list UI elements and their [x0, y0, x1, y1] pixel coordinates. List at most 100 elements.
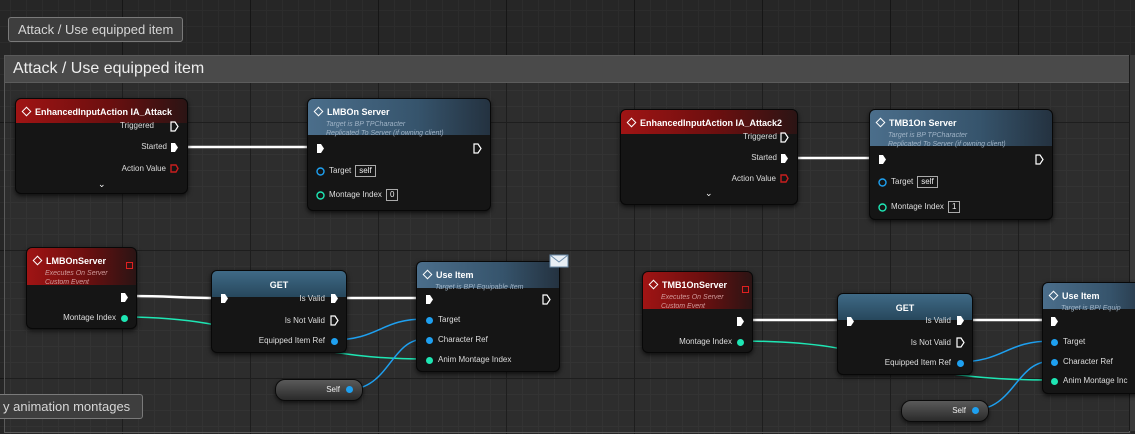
object-pin-icon[interactable] [330, 337, 339, 346]
object-pin-icon[interactable] [1050, 358, 1059, 367]
exec-out-pin-icon[interactable] [542, 294, 551, 305]
node-header[interactable]: TMB1OnServer Executes On Server Custom E… [643, 272, 752, 310]
object-pin-icon[interactable] [425, 316, 434, 325]
comment-bubble[interactable]: y animation montages [0, 394, 144, 419]
pin-label: Character Ref [438, 335, 488, 344]
object-pin-icon[interactable] [425, 336, 434, 345]
node-subtitle: Target is BP TPCharacter [326, 121, 406, 128]
lmb-on-server-call-node[interactable]: LMBOn Server Target is BP TPCharacter Re… [307, 98, 491, 211]
node-header[interactable]: Use Item Target is BPI Equip [1043, 283, 1135, 312]
integer-pin-icon[interactable] [425, 356, 434, 365]
get-node[interactable]: GET Is Valid Is Not Valid Equipped Item … [837, 293, 973, 375]
node-header[interactable]: TMB1On Server Target is BP TPCharacter R… [870, 110, 1052, 148]
self-label: Self [326, 385, 340, 394]
event-icon [626, 117, 637, 128]
node-subtitle: Target is BPI Equipable Item [435, 284, 524, 291]
exec-in-pin-icon[interactable] [220, 293, 229, 304]
node-subtitle: Executes On Server [661, 294, 724, 301]
node-header[interactable]: EnhancedInputAction IA_Attack [16, 99, 187, 123]
node-title: GET [269, 280, 289, 290]
use-item-node[interactable]: Use Item Target is BPI Equip Target Char… [1042, 282, 1135, 394]
pin-label: Anim Montage Index [438, 355, 512, 364]
blueprint-graph[interactable]: Attack / Use equipped item Attack / Use … [0, 0, 1135, 434]
exec-out-pin-icon[interactable] [1035, 154, 1044, 165]
self-reference-node[interactable]: Self [901, 400, 989, 422]
montage-index-pin: Montage Index 0 [329, 189, 399, 201]
integer-pin-icon[interactable] [120, 314, 129, 323]
action-value-pin-icon[interactable] [170, 164, 179, 173]
exec-in-pin-icon[interactable] [316, 143, 325, 154]
pin-label: Equipped Item Ref [884, 358, 951, 367]
lmb-on-server-event-node[interactable]: LMBOnServer Executes On Server Custom Ev… [26, 247, 137, 329]
exec-out-pin-icon[interactable] [473, 143, 482, 154]
node-title: EnhancedInputAction IA_Attack2 [640, 118, 783, 128]
target-default-value[interactable]: self [355, 165, 376, 177]
node-header[interactable]: LMBOn Server Target is BP TPCharacter Re… [308, 99, 490, 137]
tmb1-on-server-call-node[interactable]: TMB1On Server Target is BP TPCharacter R… [869, 109, 1053, 220]
exec-pin-outline-icon[interactable] [170, 121, 179, 132]
node-header[interactable]: GET [838, 294, 972, 320]
integer-pin-icon[interactable] [878, 203, 887, 212]
node-header[interactable]: LMBOnServer Executes On Server Custom Ev… [27, 248, 136, 286]
pin-label: Started [141, 142, 167, 151]
montage-index-pin: Montage Index 1 [891, 201, 961, 213]
pin-label: Action Value [731, 174, 776, 183]
exec-out-pin-icon[interactable] [956, 315, 965, 326]
exec-wire[interactable] [131, 294, 221, 300]
exec-out-pin-icon[interactable] [330, 293, 339, 304]
node-title: LMBOn Server [327, 107, 390, 117]
pin-label: Started [751, 153, 777, 162]
node-header[interactable]: EnhancedInputAction IA_Attack2 [621, 110, 797, 134]
exec-out-pin-icon[interactable] [956, 337, 965, 348]
object-pin-icon[interactable] [971, 406, 980, 415]
ia-attack-node[interactable]: EnhancedInputAction IA_Attack Triggered … [15, 98, 188, 194]
object-pin-icon[interactable] [316, 167, 325, 176]
target-default-value[interactable]: self [917, 176, 938, 188]
pin-label: Action Value [121, 164, 166, 173]
exec-pin-filled-icon[interactable] [780, 153, 789, 164]
object-pin-icon[interactable] [956, 359, 965, 368]
action-value-pin-icon[interactable] [780, 174, 789, 183]
exec-out-pin-icon[interactable] [736, 316, 745, 327]
self-label: Self [952, 406, 966, 415]
integer-pin-icon[interactable] [1050, 377, 1059, 386]
pin-label: Triggered [743, 132, 777, 141]
tmb1-on-server-event-node[interactable]: TMB1OnServer Executes On Server Custom E… [642, 271, 753, 353]
function-icon [1048, 290, 1059, 301]
exec-pin-outline-icon[interactable] [780, 132, 789, 143]
chevron-down-icon[interactable]: ⌄ [705, 188, 713, 199]
function-icon [313, 106, 324, 117]
exec-in-pin-icon[interactable] [878, 154, 887, 165]
integer-pin-icon[interactable] [736, 338, 745, 347]
node-subtitle: Target is BPI Equip [1061, 305, 1121, 312]
montage-index-default-value[interactable]: 0 [385, 189, 399, 201]
pin-label: Target [891, 177, 914, 186]
node-title: Use Item [436, 270, 474, 280]
node-header[interactable]: GET [212, 271, 346, 297]
object-pin-icon[interactable] [878, 178, 887, 187]
object-pin-icon[interactable] [1050, 338, 1059, 347]
function-icon [422, 269, 433, 280]
pin-label: Is Not Valid [910, 338, 951, 347]
exec-out-pin-icon[interactable] [330, 315, 339, 326]
integer-pin-icon[interactable] [316, 191, 325, 200]
node-title: EnhancedInputAction IA_Attack [35, 107, 173, 117]
exec-pin-filled-icon[interactable] [170, 142, 179, 153]
node-header[interactable]: Use Item Target is BPI Equipable Item [417, 262, 559, 291]
montage-index-default-value[interactable]: 1 [947, 201, 961, 213]
exec-in-pin-icon[interactable] [1050, 316, 1059, 327]
self-reference-node[interactable]: Self [275, 379, 363, 401]
object-pin-icon[interactable] [345, 385, 354, 394]
pin-label: Target [1063, 337, 1086, 346]
use-item-node[interactable]: Use Item Target is BPI Equipable Item Ta… [416, 254, 569, 372]
pin-label: Anim Montage Inc [1063, 376, 1128, 385]
chevron-down-icon[interactable]: ⌄ [98, 179, 106, 190]
exec-in-pin-icon[interactable] [425, 294, 434, 305]
exec-in-pin-icon[interactable] [846, 316, 855, 327]
exec-out-pin-icon[interactable] [120, 292, 129, 303]
node-title: TMB1On Server [889, 118, 957, 128]
get-node[interactable]: GET Is Valid Is Not Valid Equipped Item … [211, 270, 347, 353]
ia-attack2-node[interactable]: EnhancedInputAction IA_Attack2 Triggered… [620, 109, 798, 205]
pin-label: Is Valid [299, 294, 325, 303]
node-title: LMBOnServer [46, 256, 107, 266]
